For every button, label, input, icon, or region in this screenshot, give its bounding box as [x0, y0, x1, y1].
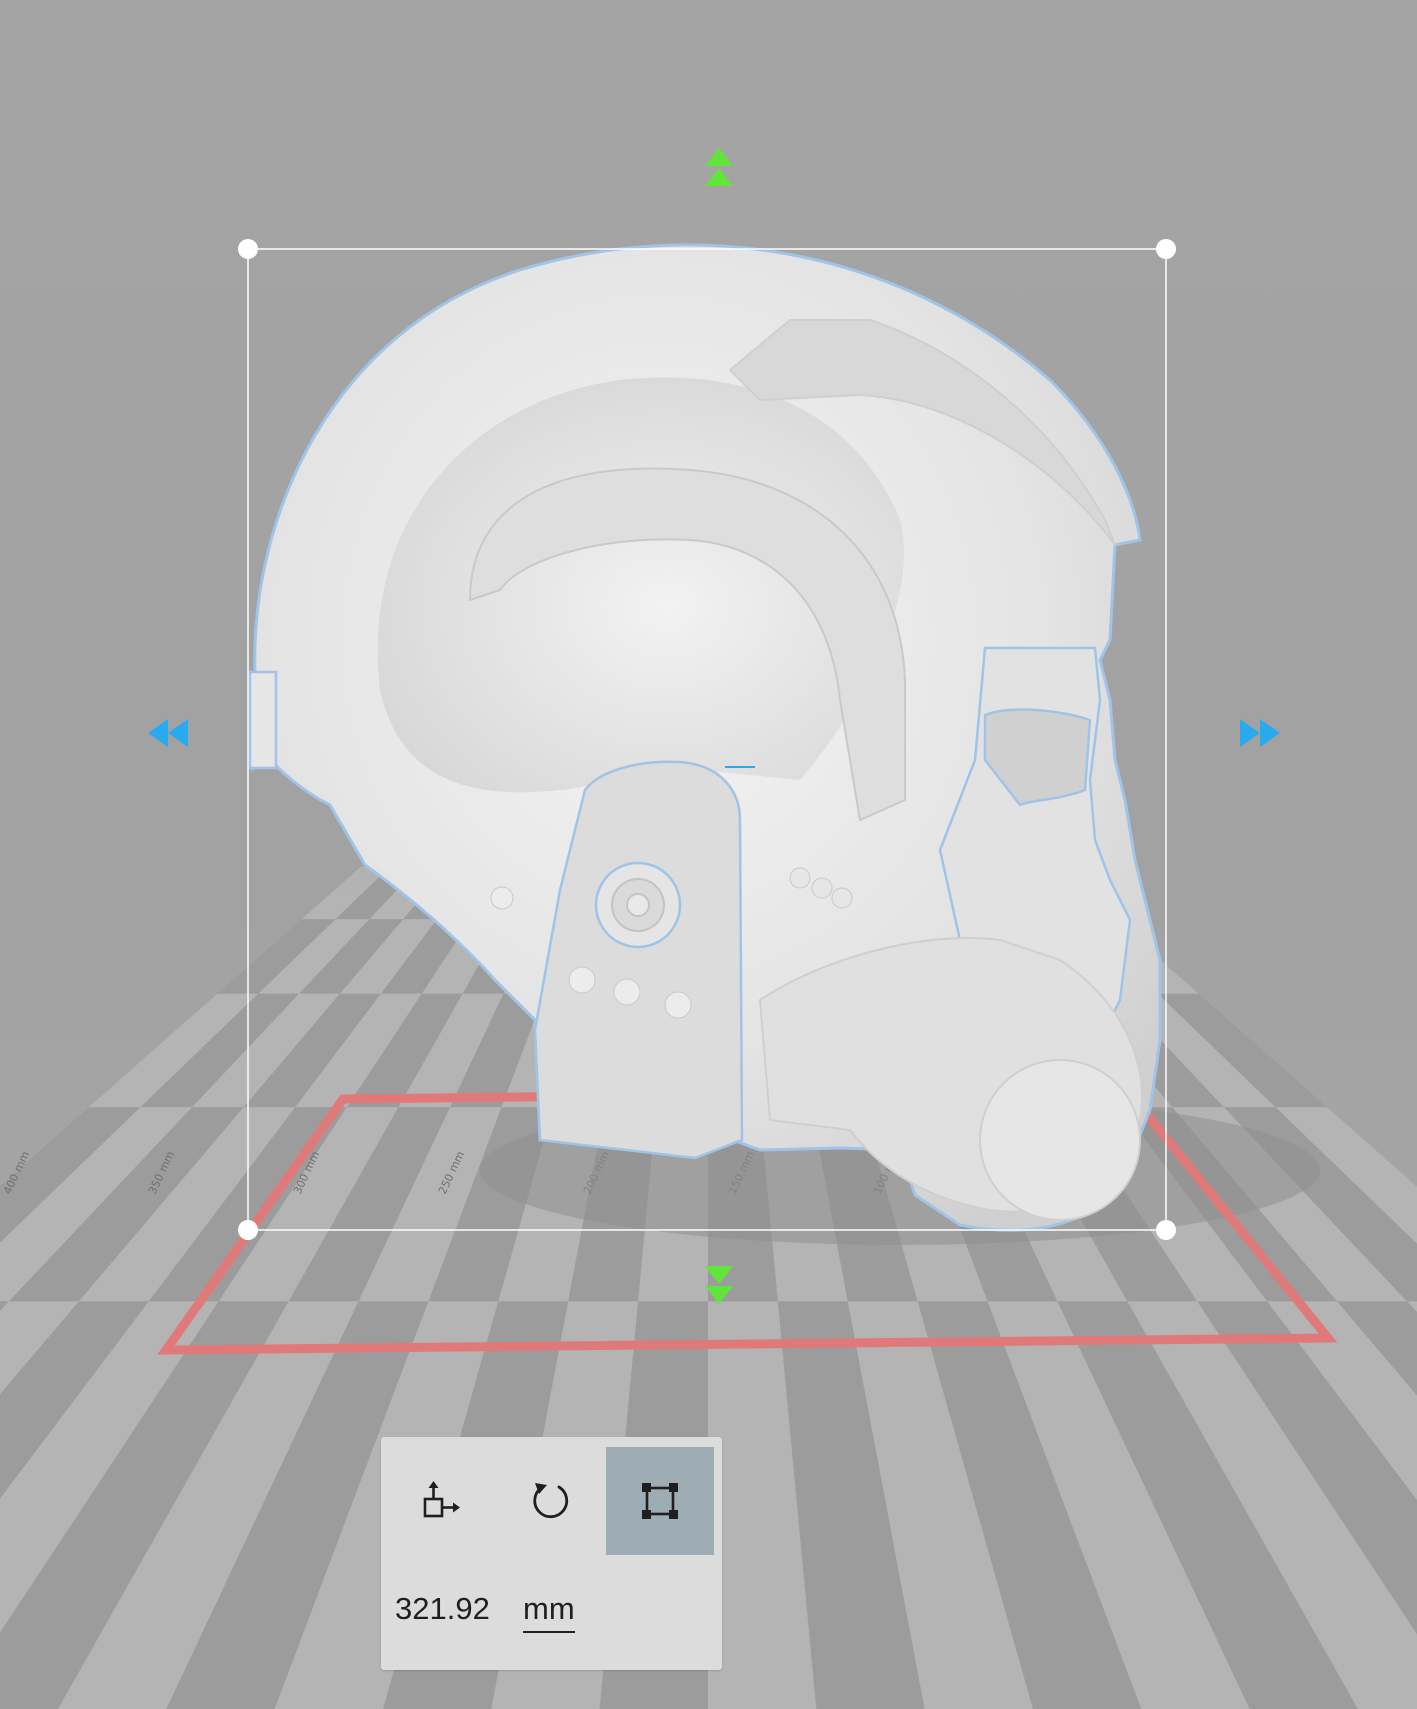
ear-bolt-3: [664, 991, 692, 1019]
move-icon: [423, 1481, 460, 1518]
transform-panel: mm: [381, 1437, 722, 1670]
rotate-icon: [533, 1483, 569, 1519]
ear-bolt-2: [613, 978, 641, 1006]
size-value-input[interactable]: [395, 1591, 505, 1627]
corner-handle-top-left[interactable]: [238, 239, 258, 259]
scale-tool-button[interactable]: [606, 1447, 714, 1555]
side-bolt: [490, 886, 514, 910]
cheek-bolt-3: [831, 887, 853, 909]
double-arrow-right-icon: [1240, 719, 1280, 747]
double-arrow-down-icon: [705, 1266, 733, 1304]
ear-bolt-1: [568, 966, 596, 994]
double-arrow-left-icon: [148, 719, 188, 747]
double-arrow-up-icon: [705, 148, 733, 186]
corner-handle-top-right[interactable]: [1156, 239, 1176, 259]
cheek-bolt-2: [811, 877, 833, 899]
helmet-back-tab: [248, 670, 278, 770]
corner-handle-bottom-right[interactable]: [1156, 1220, 1176, 1240]
move-tool-button[interactable]: [388, 1447, 496, 1555]
helmet-chin-dome: [979, 1059, 1141, 1221]
corner-handle-bottom-left[interactable]: [238, 1220, 258, 1240]
rotate-tool-button[interactable]: [497, 1447, 605, 1555]
ear-rivet-inner: [626, 893, 650, 917]
unit-selector[interactable]: mm: [523, 1591, 575, 1633]
cheek-bolt-1: [789, 867, 811, 889]
scale-icon: [642, 1483, 678, 1519]
